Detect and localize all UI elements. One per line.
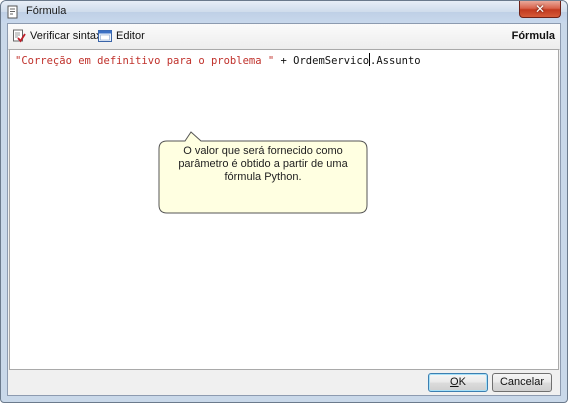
check-syntax-button[interactable]: Verificar sintaxe	[12, 28, 108, 44]
close-icon: ✕	[534, 2, 546, 16]
button-bar: OK Cancelar	[8, 370, 560, 395]
check-document-icon	[13, 29, 26, 43]
code-field-start: OrdemServico	[293, 55, 370, 67]
ok-button[interactable]: OK	[428, 373, 488, 392]
editor-label: Editor	[116, 30, 145, 42]
code-field-end: .Assunto	[370, 55, 421, 67]
help-tooltip: O valor que será fornecido como parâmetr…	[157, 131, 369, 215]
ok-accelerator: O	[450, 376, 459, 388]
editor-button[interactable]: Editor	[98, 28, 145, 44]
toolbar: Verificar sintaxe Editor Fórmula	[8, 24, 560, 50]
formula-dialog: Fórmula ✕ Verificar sintaxe Editor Fórmu…	[0, 0, 568, 403]
formula-code[interactable]: "Correção em definitivo para o problema …	[15, 53, 421, 68]
formula-editor[interactable]: "Correção em definitivo para o problema …	[9, 49, 559, 370]
check-syntax-label: Verificar sintaxe	[30, 30, 108, 42]
tooltip-text: O valor que será fornecido como parâmetr…	[178, 145, 348, 183]
title-bar[interactable]: Fórmula ✕	[1, 1, 567, 23]
ok-label-rest: K	[458, 376, 466, 388]
dialog-body: Verificar sintaxe Editor Fórmula "Correç…	[7, 23, 561, 396]
close-button[interactable]: ✕	[519, 1, 561, 18]
section-label: Fórmula	[511, 30, 555, 42]
editor-window-icon	[98, 30, 112, 42]
window-title: Fórmula	[26, 5, 67, 17]
code-string-literal: "Correção em definitivo para o problema …	[15, 55, 275, 67]
code-operator: +	[274, 55, 294, 67]
app-icon	[7, 5, 18, 19]
cancel-button[interactable]: Cancelar	[492, 373, 552, 392]
